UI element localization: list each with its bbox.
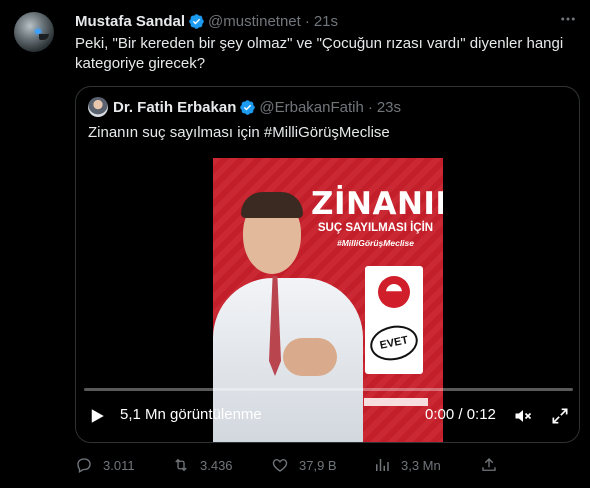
quote-header-separator: · <box>367 98 373 116</box>
quoted-tweet[interactable]: Dr. Fatih Erbakan @ErbakanFatih · 23s Zi… <box>75 86 580 443</box>
views-button[interactable]: 3,3 Mn <box>373 455 441 475</box>
video-time: 0:00 / 0:12 <box>425 406 496 423</box>
more-dots-icon <box>561 17 575 21</box>
poster-headline: ZİNANIN <box>311 186 443 222</box>
quote-author-name[interactable]: Dr. Fatih Erbakan <box>113 99 236 116</box>
tweet-time[interactable]: 21s <box>314 13 338 30</box>
quote-author-handle[interactable]: @ErbakanFatih <box>259 99 363 116</box>
party-logo-icon <box>378 276 410 308</box>
heart-icon <box>272 459 288 472</box>
tweet-header: Mustafa Sandal @mustinetnet · 21s <box>75 11 338 31</box>
like-button[interactable]: 37,9 B <box>271 455 337 475</box>
video-controls: 5,1 Mn görüntülenme 0:00 / 0:12 <box>76 398 579 434</box>
reply-count: 3.011 <box>103 457 135 473</box>
quote-author-avatar[interactable] <box>88 97 108 117</box>
more-options-button[interactable] <box>558 10 578 30</box>
repost-button[interactable]: 3.436 <box>172 455 233 475</box>
poster-subline: SUÇ SAYILMASI İÇİN <box>317 222 434 234</box>
volume-muted-icon[interactable] <box>513 406 533 426</box>
avatar-beak <box>39 34 49 40</box>
share-icon <box>482 458 496 471</box>
reply-icon <box>77 458 91 473</box>
play-icon[interactable] <box>88 407 106 425</box>
verified-badge-icon <box>189 13 204 29</box>
author-avatar[interactable] <box>14 12 54 52</box>
like-count: 37,9 B <box>299 457 337 473</box>
tweet-actions: 3.011 3.436 37,9 B 3,3 Mn <box>75 455 555 475</box>
tweet-text: Peki, "Bir kereden bir şey olmaz" ve "Ço… <box>75 35 564 72</box>
video-view-count: 5,1 Mn görüntülenme <box>120 406 262 423</box>
quote-verified-badge-icon <box>240 99 256 115</box>
reply-button[interactable]: 3.011 <box>75 455 135 475</box>
share-button[interactable] <box>480 455 508 475</box>
author-handle[interactable]: @mustinetnet <box>208 13 301 30</box>
poster-hashtag: #MilliGörüşMeclise <box>337 238 414 248</box>
quote-time[interactable]: 23s <box>377 99 401 116</box>
author-name[interactable]: Mustafa Sandal <box>75 13 185 30</box>
repost-count: 3.436 <box>200 457 233 473</box>
analytics-icon <box>376 459 389 471</box>
repost-icon <box>175 458 187 472</box>
video-player[interactable]: ZİNANIN SUÇ SAYILMASI İÇİN #MilliGörüşMe… <box>76 153 579 442</box>
views-count: 3,3 Mn <box>401 457 441 473</box>
poster-person-hand <box>283 338 337 376</box>
video-progress-bar[interactable] <box>84 388 573 391</box>
header-separator: · <box>304 12 310 30</box>
quote-text: Zinanın suç sayılması için #MilliGörüşMe… <box>88 124 390 141</box>
fullscreen-icon[interactable] <box>550 406 570 426</box>
quote-header: Dr. Fatih Erbakan @ErbakanFatih · 23s <box>88 97 401 117</box>
poster-person-hair <box>241 192 303 218</box>
